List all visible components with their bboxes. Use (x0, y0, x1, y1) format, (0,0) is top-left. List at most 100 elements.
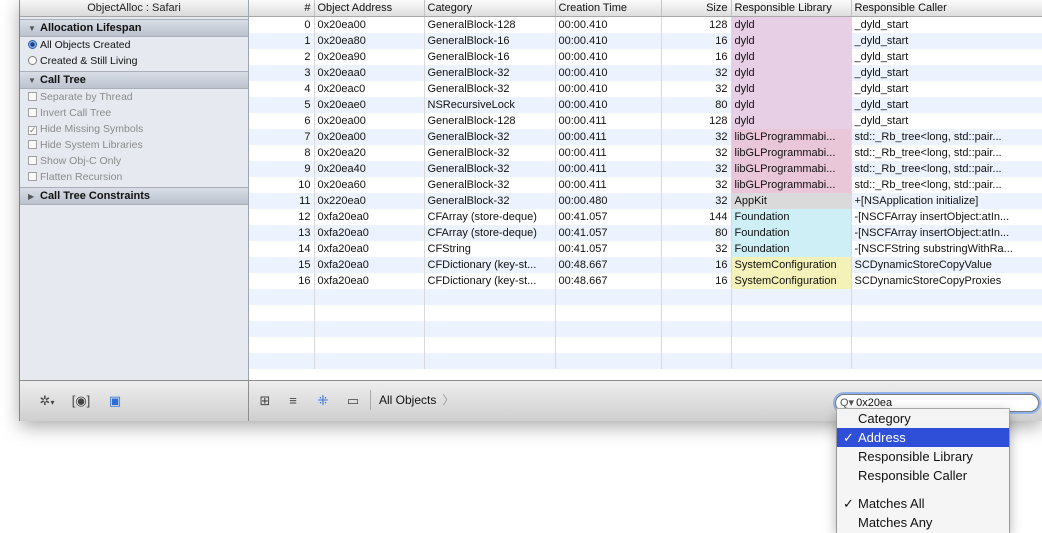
checkbox-show-objc-only[interactable]: Show Obj-C Only (20, 153, 248, 169)
cell-responsible-library: SystemConfiguration (731, 273, 852, 289)
cell-responsible-caller: -[NSCFArray insertObject:atIn... (851, 209, 1042, 225)
cell-object-address: 0x20ea40 (314, 161, 425, 177)
checkbox-icon[interactable] (28, 156, 37, 165)
disclosure-down-icon[interactable]: ▼ (28, 21, 36, 37)
table-row[interactable]: 14 0xfa20ea0 CFString 00:41.057 32 Foundation… (249, 241, 1042, 257)
cell-empty (661, 353, 732, 369)
checkmark-icon: ✓ (843, 496, 854, 511)
grid-view-icon[interactable]: ⊞ (252, 391, 278, 411)
checkbox-label: Flatten Recursion (40, 171, 123, 183)
table-row[interactable]: 4 0x20eac0 GeneralBlock-32 00:00.410 32 dyld _… (249, 81, 1042, 97)
checkbox-checked-icon[interactable]: ✓ (28, 126, 37, 135)
table-row[interactable]: 10 0x20ea60 GeneralBlock-32 00:00.411 32 libG… (249, 177, 1042, 193)
menu-item-address[interactable]: ✓ Address (837, 428, 1009, 447)
cell-creation-time: 00:00.410 (555, 49, 662, 65)
cell-creation-time: 00:00.410 (555, 81, 662, 97)
cell-index: 4 (249, 81, 315, 97)
table-row[interactable]: 6 0x20ea00 GeneralBlock-128 00:00.411 128 dyl… (249, 113, 1042, 129)
menu-item-responsible-library[interactable]: Responsible Library (837, 447, 1009, 466)
cell-object-address: 0x20ea20 (314, 145, 425, 161)
table-row[interactable]: 16 0xfa20ea0 CFDictionary (key-st... 00:48.… (249, 273, 1042, 289)
cell-object-address: 0x20ea00 (314, 113, 425, 129)
column-header-index[interactable]: # (249, 0, 315, 17)
disclosure-right-icon[interactable]: ▶ (28, 189, 36, 205)
checkbox-separate-by-thread[interactable]: Separate by Thread (20, 89, 248, 105)
cell-empty (731, 305, 852, 321)
cell-empty (314, 321, 425, 337)
objects-table: # Object Address Category Creation Time … (249, 0, 1042, 369)
table-row[interactable]: 11 0x220ea0 GeneralBlock-32 00:00.480 32 AppK… (249, 193, 1042, 209)
search-icon[interactable]: Q▾ (840, 397, 854, 409)
cell-size: 32 (661, 145, 732, 161)
cell-empty (731, 321, 852, 337)
table-row[interactable]: 7 0x20ea00 GeneralBlock-32 00:00.411 32 libGL… (249, 129, 1042, 145)
search-input-value[interactable]: 0x20ea (856, 397, 892, 409)
cell-category: GeneralBlock-16 (424, 33, 556, 49)
cell-category: GeneralBlock-16 (424, 49, 556, 65)
table-row[interactable]: 13 0xfa20ea0 CFArray (store-deque) 00:41.05… (249, 225, 1042, 241)
objects-table-area: # Object Address Category Creation Time … (249, 0, 1042, 380)
section-call-tree-constraints[interactable]: ▶ Call Tree Constraints (20, 187, 248, 205)
column-header-responsible-library[interactable]: Responsible Library (731, 0, 852, 17)
table-row[interactable]: 2 0x20ea90 GeneralBlock-16 00:00.410 16 dyld _… (249, 49, 1042, 65)
checkbox-icon[interactable] (28, 108, 37, 117)
disclosure-down-icon[interactable]: ▼ (28, 73, 36, 89)
cell-creation-time: 00:41.057 (555, 209, 662, 225)
table-row[interactable]: 5 0x20eae0 NSRecursiveLock 00:00.410 80 dyld _… (249, 97, 1042, 113)
column-header-creation-time[interactable]: Creation Time (555, 0, 662, 17)
eye-icon[interactable]: [◉] (68, 391, 94, 411)
menu-item-category[interactable]: Category (837, 409, 1009, 428)
menu-item-matches-all[interactable]: ✓ Matches All (837, 494, 1009, 513)
cell-responsible-library: Foundation (731, 225, 852, 241)
breadcrumb[interactable]: All Objects 〉 (370, 390, 464, 410)
table-row[interactable]: 12 0xfa20ea0 CFArray (store-deque) 00:41.05… (249, 209, 1042, 225)
tree-view-icon[interactable]: ⁜ (310, 391, 336, 411)
cell-responsible-library: libGLProgrammabi... (731, 129, 852, 145)
menu-item-matches-any[interactable]: Matches Any (837, 513, 1009, 532)
cell-responsible-library: AppKit (731, 193, 852, 209)
radio-selected-icon[interactable] (28, 40, 37, 49)
menu-item-label: Address (858, 430, 906, 445)
checkbox-hide-missing-symbols[interactable]: ✓ Hide Missing Symbols (20, 121, 248, 137)
checkbox-icon[interactable] (28, 172, 37, 181)
checkbox-icon[interactable] (28, 92, 37, 101)
cell-empty (249, 353, 315, 369)
table-row[interactable]: 15 0xfa20ea0 CFDictionary (key-st... 00:48.… (249, 257, 1042, 273)
gear-icon[interactable]: ✲▾ (34, 391, 60, 411)
checkbox-icon[interactable] (28, 140, 37, 149)
menu-item-responsible-caller[interactable]: Responsible Caller (837, 466, 1009, 485)
radio-icon[interactable] (28, 56, 37, 65)
checkbox-hide-system-libraries[interactable]: Hide System Libraries (20, 137, 248, 153)
cell-creation-time: 00:00.410 (555, 97, 662, 113)
column-header-object-address[interactable]: Object Address (314, 0, 425, 17)
cell-size: 80 (661, 97, 732, 113)
cell-creation-time: 00:00.411 (555, 161, 662, 177)
cell-index: 0 (249, 16, 315, 33)
menu-separator (837, 485, 1009, 494)
screen-icon[interactable]: ▣ (102, 391, 128, 411)
cell-empty (555, 337, 662, 353)
table-row[interactable]: 0 0x20ea00 GeneralBlock-128 00:00.410 128 dyl… (249, 16, 1042, 33)
checkbox-invert-call-tree[interactable]: Invert Call Tree (20, 105, 248, 121)
cell-creation-time: 00:00.480 (555, 193, 662, 209)
section-call-tree[interactable]: ▼ Call Tree (20, 71, 248, 89)
cell-responsible-library: dyld (731, 33, 852, 49)
table-row[interactable]: 3 0x20eaa0 GeneralBlock-32 00:00.410 32 dyld _… (249, 65, 1042, 81)
column-header-category[interactable]: Category (424, 0, 556, 17)
checkbox-flatten-recursion[interactable]: Flatten Recursion (20, 169, 248, 185)
column-header-size[interactable]: Size (661, 0, 732, 17)
table-row[interactable]: 8 0x20ea20 GeneralBlock-32 00:00.411 32 libGL… (249, 145, 1042, 161)
breadcrumb-label: All Objects (379, 393, 437, 407)
checkbox-label: Separate by Thread (40, 91, 133, 103)
section-allocation-lifespan[interactable]: ▼ Allocation Lifespan (20, 19, 248, 37)
cell-size: 32 (661, 65, 732, 81)
radio-created-still-living[interactable]: Created & Still Living (20, 53, 248, 69)
column-header-responsible-caller[interactable]: Responsible Caller (851, 0, 1042, 17)
list-view-icon[interactable]: ≡ (280, 391, 306, 411)
table-row[interactable]: 9 0x20ea40 GeneralBlock-32 00:00.411 32 libGL… (249, 161, 1042, 177)
window-view-icon[interactable]: ▭ (340, 391, 366, 411)
table-row[interactable]: 1 0x20ea80 GeneralBlock-16 00:00.410 16 dyld _… (249, 33, 1042, 49)
cell-empty (851, 321, 1042, 337)
radio-all-objects-created[interactable]: All Objects Created (20, 37, 248, 53)
cell-creation-time: 00:48.667 (555, 257, 662, 273)
